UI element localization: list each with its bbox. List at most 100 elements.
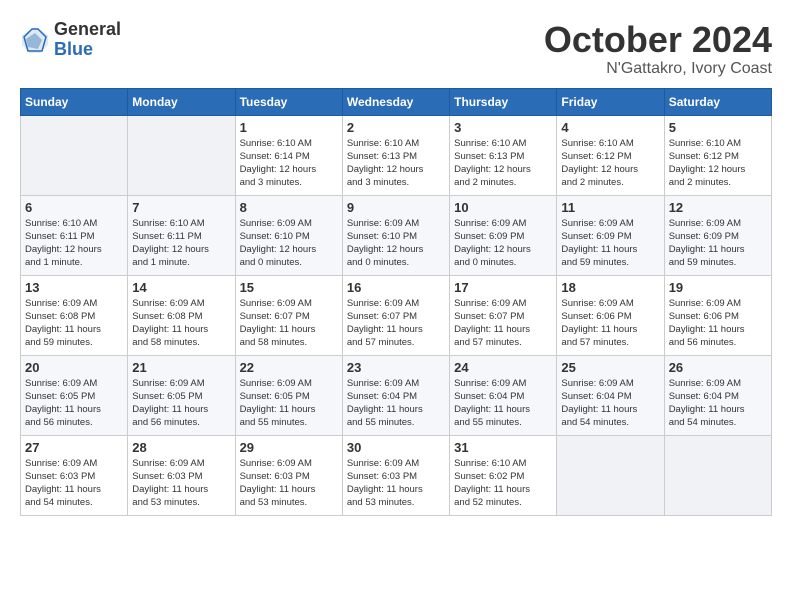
day-info: Sunrise: 6:09 AM Sunset: 6:09 PM Dayligh… — [669, 217, 767, 270]
logo-general-text: General — [54, 20, 121, 40]
day-number: 14 — [132, 280, 230, 295]
day-number: 7 — [132, 200, 230, 215]
calendar-cell: 26 Sunrise: 6:09 AM Sunset: 6:04 PM Dayli… — [664, 355, 771, 435]
day-number: 26 — [669, 360, 767, 375]
calendar-week-row: 1 Sunrise: 6:10 AM Sunset: 6:14 PM Daylig… — [21, 115, 772, 195]
calendar-cell — [21, 115, 128, 195]
calendar-cell: 21Sunrise: 6:09 AM Sunset: 6:05 PM Dayli… — [128, 355, 235, 435]
day-number: 31 — [454, 440, 552, 455]
calendar-table: SundayMondayTuesdayWednesdayThursdayFrid… — [20, 88, 772, 516]
calendar-cell: 1 Sunrise: 6:10 AM Sunset: 6:14 PM Daylig… — [235, 115, 342, 195]
calendar-header-row: SundayMondayTuesdayWednesdayThursdayFrid… — [21, 88, 772, 115]
day-number: 12 — [669, 200, 767, 215]
day-number: 13 — [25, 280, 123, 295]
day-info: Sunrise: 6:10 AM Sunset: 6:13 PM Dayligh… — [347, 137, 445, 190]
day-number: 27 — [25, 440, 123, 455]
calendar-cell: 28 Sunrise: 6:09 AM Sunset: 6:03 PM Dayli… — [128, 435, 235, 515]
calendar-cell — [557, 435, 664, 515]
day-info: Sunrise: 6:09 AM Sunset: 6:04 PM Dayligh… — [347, 377, 445, 430]
calendar-cell: 11 Sunrise: 6:09 AM Sunset: 6:09 PM Dayli… — [557, 195, 664, 275]
day-info: Sunrise: 6:09 AM Sunset: 6:07 PM Dayligh… — [240, 297, 338, 350]
day-info: Sunrise: 6:09 AM Sunset: 6:10 PM Dayligh… — [347, 217, 445, 270]
day-info: Sunrise: 6:10 AM Sunset: 6:13 PM Dayligh… — [454, 137, 552, 190]
calendar-cell — [664, 435, 771, 515]
calendar-cell: 4 Sunrise: 6:10 AM Sunset: 6:12 PM Daylig… — [557, 115, 664, 195]
day-info: Sunrise: 6:09 AM Sunset: 6:03 PM Dayligh… — [25, 457, 123, 510]
day-number: 21 — [132, 360, 230, 375]
calendar-cell: 3 Sunrise: 6:10 AM Sunset: 6:13 PM Daylig… — [450, 115, 557, 195]
title-block: October 2024 N'Gattakro, Ivory Coast — [544, 20, 772, 78]
day-number: 16 — [347, 280, 445, 295]
day-header-tuesday: Tuesday — [235, 88, 342, 115]
calendar-week-row: 13 Sunrise: 6:09 AM Sunset: 6:08 PM Dayli… — [21, 275, 772, 355]
calendar-cell: 6 Sunrise: 6:10 AM Sunset: 6:11 PM Daylig… — [21, 195, 128, 275]
location: N'Gattakro, Ivory Coast — [544, 60, 772, 78]
calendar-cell: 23 Sunrise: 6:09 AM Sunset: 6:04 PM Dayli… — [342, 355, 449, 435]
day-info: Sunrise: 6:09 AM Sunset: 6:06 PM Dayligh… — [669, 297, 767, 350]
day-number: 15 — [240, 280, 338, 295]
calendar-cell: 20Sunrise: 6:09 AM Sunset: 6:05 PM Dayli… — [21, 355, 128, 435]
day-info: Sunrise: 6:09 AM Sunset: 6:07 PM Dayligh… — [347, 297, 445, 350]
calendar-cell: 2Sunrise: 6:10 AM Sunset: 6:13 PM Daylig… — [342, 115, 449, 195]
day-info: Sunrise: 6:09 AM Sunset: 6:10 PM Dayligh… — [240, 217, 338, 270]
day-info: Sunrise: 6:09 AM Sunset: 6:03 PM Dayligh… — [240, 457, 338, 510]
day-info: Sunrise: 6:09 AM Sunset: 6:09 PM Dayligh… — [561, 217, 659, 270]
day-number: 28 — [132, 440, 230, 455]
calendar-cell: 13 Sunrise: 6:09 AM Sunset: 6:08 PM Dayli… — [21, 275, 128, 355]
day-info: Sunrise: 6:10 AM Sunset: 6:12 PM Dayligh… — [561, 137, 659, 190]
calendar-cell: 17 Sunrise: 6:09 AM Sunset: 6:07 PM Dayli… — [450, 275, 557, 355]
day-number: 25 — [561, 360, 659, 375]
calendar-cell: 24Sunrise: 6:09 AM Sunset: 6:04 PM Dayli… — [450, 355, 557, 435]
calendar-cell: 27 Sunrise: 6:09 AM Sunset: 6:03 PM Dayli… — [21, 435, 128, 515]
calendar-cell: 15 Sunrise: 6:09 AM Sunset: 6:07 PM Dayli… — [235, 275, 342, 355]
day-info: Sunrise: 6:09 AM Sunset: 6:08 PM Dayligh… — [25, 297, 123, 350]
calendar-week-row: 27 Sunrise: 6:09 AM Sunset: 6:03 PM Dayli… — [21, 435, 772, 515]
day-info: Sunrise: 6:09 AM Sunset: 6:04 PM Dayligh… — [669, 377, 767, 430]
page-header: General Blue October 2024 N'Gattakro, Iv… — [20, 20, 772, 78]
calendar-cell: 12 Sunrise: 6:09 AM Sunset: 6:09 PM Dayli… — [664, 195, 771, 275]
day-number: 29 — [240, 440, 338, 455]
day-info: Sunrise: 6:09 AM Sunset: 6:09 PM Dayligh… — [454, 217, 552, 270]
day-number: 1 — [240, 120, 338, 135]
calendar-cell: 30Sunrise: 6:09 AM Sunset: 6:03 PM Dayli… — [342, 435, 449, 515]
calendar-cell: 29 Sunrise: 6:09 AM Sunset: 6:03 PM Dayli… — [235, 435, 342, 515]
day-number: 9 — [347, 200, 445, 215]
day-number: 22 — [240, 360, 338, 375]
day-number: 3 — [454, 120, 552, 135]
logo-text: General Blue — [54, 20, 121, 60]
day-header-sunday: Sunday — [21, 88, 128, 115]
day-header-saturday: Saturday — [664, 88, 771, 115]
day-number: 4 — [561, 120, 659, 135]
calendar-cell: 25Sunrise: 6:09 AM Sunset: 6:04 PM Dayli… — [557, 355, 664, 435]
calendar-cell: 9 Sunrise: 6:09 AM Sunset: 6:10 PM Daylig… — [342, 195, 449, 275]
calendar-week-row: 6 Sunrise: 6:10 AM Sunset: 6:11 PM Daylig… — [21, 195, 772, 275]
month-title: October 2024 — [544, 20, 772, 60]
day-number: 24 — [454, 360, 552, 375]
day-info: Sunrise: 6:10 AM Sunset: 6:14 PM Dayligh… — [240, 137, 338, 190]
day-info: Sunrise: 6:09 AM Sunset: 6:07 PM Dayligh… — [454, 297, 552, 350]
day-number: 18 — [561, 280, 659, 295]
logo-blue-text: Blue — [54, 40, 121, 60]
day-number: 23 — [347, 360, 445, 375]
day-number: 8 — [240, 200, 338, 215]
day-number: 6 — [25, 200, 123, 215]
day-info: Sunrise: 6:09 AM Sunset: 6:03 PM Dayligh… — [132, 457, 230, 510]
day-info: Sunrise: 6:10 AM Sunset: 6:11 PM Dayligh… — [132, 217, 230, 270]
day-header-friday: Friday — [557, 88, 664, 115]
day-info: Sunrise: 6:09 AM Sunset: 6:06 PM Dayligh… — [561, 297, 659, 350]
day-info: Sunrise: 6:09 AM Sunset: 6:05 PM Dayligh… — [25, 377, 123, 430]
calendar-cell: 31Sunrise: 6:10 AM Sunset: 6:02 PM Dayli… — [450, 435, 557, 515]
calendar-cell: 8 Sunrise: 6:09 AM Sunset: 6:10 PM Daylig… — [235, 195, 342, 275]
day-number: 30 — [347, 440, 445, 455]
day-header-thursday: Thursday — [450, 88, 557, 115]
day-number: 17 — [454, 280, 552, 295]
calendar-cell: 22 Sunrise: 6:09 AM Sunset: 6:05 PM Dayli… — [235, 355, 342, 435]
day-number: 11 — [561, 200, 659, 215]
day-header-monday: Monday — [128, 88, 235, 115]
calendar-cell: 19Sunrise: 6:09 AM Sunset: 6:06 PM Dayli… — [664, 275, 771, 355]
day-info: Sunrise: 6:10 AM Sunset: 6:11 PM Dayligh… — [25, 217, 123, 270]
calendar-cell: 14Sunrise: 6:09 AM Sunset: 6:08 PM Dayli… — [128, 275, 235, 355]
day-info: Sunrise: 6:09 AM Sunset: 6:05 PM Dayligh… — [240, 377, 338, 430]
day-number: 10 — [454, 200, 552, 215]
logo: General Blue — [20, 20, 121, 60]
